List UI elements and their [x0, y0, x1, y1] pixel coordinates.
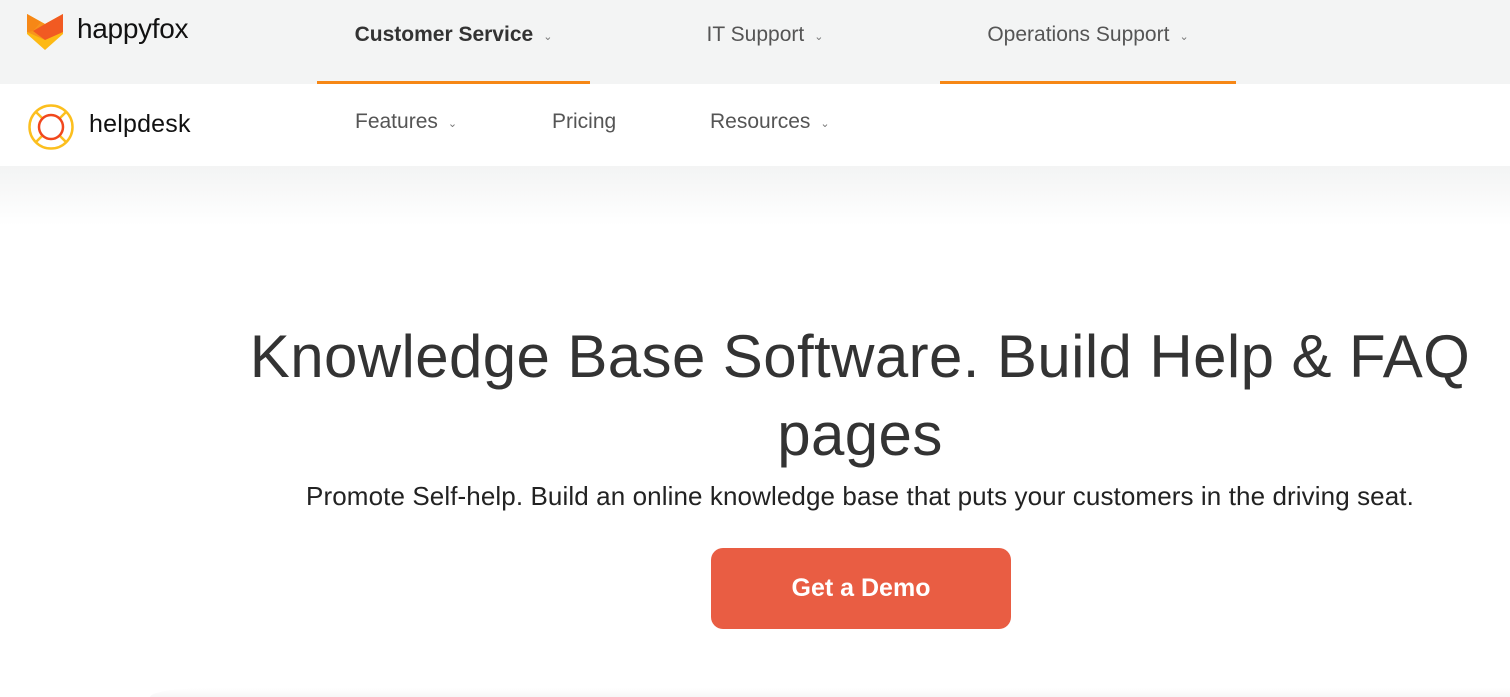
lifebuoy-icon — [28, 104, 74, 150]
nav-resources[interactable]: Resources ⌄ — [710, 110, 830, 134]
chevron-down-icon: ⌄ — [447, 117, 458, 130]
hero-subtitle: Promote Self-help. Build an online knowl… — [306, 481, 1414, 511]
chevron-down-icon: ⌄ — [543, 30, 553, 43]
sub-brand-name: helpdesk — [89, 109, 191, 138]
nav-pricing[interactable]: Pricing — [552, 110, 616, 134]
tab-operations-support[interactable]: Operations Support ⌄ — [940, 0, 1236, 84]
tab-label: Customer Service — [354, 23, 534, 46]
nav-label: Pricing — [552, 110, 617, 133]
tab-label: IT Support — [706, 23, 805, 46]
helpdesk-brand[interactable]: helpdesk — [27, 103, 191, 151]
happyfox-brand[interactable]: happyfox — [27, 13, 189, 52]
header-shadow — [0, 166, 1510, 226]
tab-customer-service[interactable]: Customer Service ⌄ — [317, 0, 590, 84]
section-divider — [150, 688, 1510, 697]
chevron-down-icon: ⌄ — [1179, 30, 1189, 43]
chevron-down-icon: ⌄ — [814, 30, 824, 43]
brand-name: happyfox — [77, 13, 189, 44]
get-demo-button[interactable]: Get a Demo — [711, 548, 1011, 629]
tab-it-support[interactable]: IT Support ⌄ — [655, 0, 875, 84]
tab-label: Operations Support — [987, 23, 1170, 46]
nav-label: Resources — [710, 110, 811, 133]
nav-features[interactable]: Features ⌄ — [355, 110, 457, 134]
top-product-bar: happyfox Customer Service ⌄ IT Support ⌄… — [0, 0, 1510, 84]
sub-navigation-bar: helpdesk Features ⌄ Pricing Resources ⌄ — [0, 84, 1510, 166]
fox-logo-icon — [27, 14, 63, 50]
hero-title: Knowledge Base Software. Build Help & FA… — [249, 323, 1471, 468]
nav-label: Features — [355, 110, 438, 133]
chevron-down-icon: ⌄ — [820, 117, 830, 130]
